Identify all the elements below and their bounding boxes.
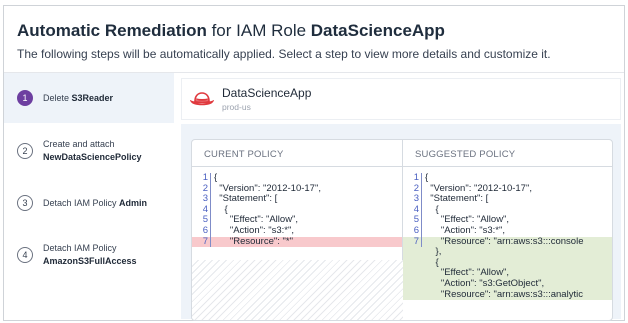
code-text: "Action": "s3:*",: [425, 224, 506, 236]
step-item-2[interactable]: 2 Create and attach NewDataSciencePolicy: [4, 129, 174, 173]
policy-diff: CURENT POLICY 1{2 "Version": "2012-10-17…: [191, 139, 613, 321]
code-line: 6 "Action": "s3:*",: [192, 224, 402, 237]
code-text: "Action": "s3:*",: [214, 224, 295, 236]
code-line: "Resource": "arn:aws:s3:::analytic: [403, 288, 612, 301]
line-number: 7: [202, 235, 208, 247]
step-label: Create and attach NewDataSciencePolicy: [43, 138, 142, 164]
step-number-badge: 2: [17, 143, 33, 159]
line-number: 1: [202, 172, 208, 183]
step-label-target: NewDataSciencePolicy: [43, 152, 142, 162]
gutter-divider: [210, 194, 211, 205]
line-number: 1: [413, 172, 419, 183]
code-line: 1{: [192, 172, 402, 184]
code-text: {: [425, 172, 429, 183]
code-line: "Action": "s3:GetObject",: [403, 277, 612, 290]
code-text: "Resource": "arn:aws:s3:::analytic: [425, 288, 583, 300]
gutter-divider: [421, 225, 422, 237]
step-label: Detach IAM Policy Admin: [43, 197, 147, 210]
step-label: Detach IAM Policy AmazonS3FullAccess: [43, 242, 137, 268]
gutter-divider: [210, 183, 211, 195]
gutter-divider: [421, 173, 422, 184]
suggested-policy-title: SUGGESTED POLICY: [403, 140, 612, 167]
step-label-target: AmazonS3FullAccess: [43, 256, 137, 266]
steps-list: 1 Delete S3Reader 2 Create and attach New…: [4, 73, 174, 320]
step-label-target: Admin: [119, 197, 148, 208]
line-number: 7: [413, 235, 419, 247]
step-item-1[interactable]: 1 Delete S3Reader: [4, 73, 174, 123]
code-line: 7 "Resource": "*": [192, 235, 402, 248]
step-number-badge: 1: [17, 90, 33, 106]
line-number: 6: [413, 224, 419, 236]
gutter-divider: [210, 236, 211, 248]
resource-region: prod-us: [222, 101, 251, 112]
suggested-policy-code[interactable]: 1{2 "Version": "2012-10-17", 3 "Statement…: [403, 172, 612, 301]
resource-header: DataScienceApp prod-us: [181, 78, 621, 120]
code-text: "Resource": "arn:aws:s3:::console: [425, 235, 584, 247]
code-text: {: [214, 172, 218, 183]
step-label-prefix: Detach IAM Policy: [43, 243, 117, 253]
resource-info: DataScienceApp prod-us: [222, 86, 311, 113]
step-item-3[interactable]: 3 Detach IAM Policy Admin: [4, 181, 174, 225]
current-policy-pane: CURENT POLICY 1{2 "Version": "2012-10-17…: [192, 140, 403, 320]
gutter-divider: [210, 225, 211, 237]
step-label-prefix: Detach IAM Policy: [43, 197, 120, 208]
suggested-policy-pane: SUGGESTED POLICY 1{2 "Version": "2012-10…: [403, 140, 612, 320]
page-subtitle: The following steps will be automaticall…: [17, 47, 551, 61]
step-number-badge: 4: [17, 247, 33, 263]
gutter-divider: [421, 236, 422, 248]
step-label: Delete S3Reader: [43, 92, 113, 105]
code-text: "Resource": "*": [214, 235, 293, 247]
code-line: 1{: [403, 172, 612, 184]
step-label-target: S3Reader: [71, 92, 114, 103]
code-line: 6 "Action": "s3:*",: [403, 224, 612, 237]
gutter-divider: [210, 204, 211, 216]
gutter-divider: [210, 173, 211, 184]
current-policy-code[interactable]: 1{2 "Version": "2012-10-17", 3 "Statement…: [192, 172, 402, 248]
empty-diff-region: [192, 260, 403, 320]
title-part-3: DataScienceApp: [310, 21, 445, 40]
gutter-divider: [421, 204, 422, 216]
step-item-4[interactable]: 4 Detach IAM Policy AmazonS3FullAccess: [4, 233, 174, 277]
title-part-1: Automatic Remediation: [17, 21, 207, 40]
red-hat-icon: [190, 92, 214, 106]
gutter-divider: [421, 183, 422, 195]
code-text: "Action": "s3:GetObject",: [425, 277, 545, 289]
step-label-prefix: Delete: [43, 92, 72, 103]
step-label-prefix: Create and attach: [43, 139, 115, 149]
current-policy-title: CURENT POLICY: [192, 140, 402, 167]
page-title: Automatic Remediation for IAM Role DataS…: [17, 20, 624, 42]
panel-header: Automatic Remediation for IAM Role DataS…: [4, 6, 624, 73]
resource-name: DataScienceApp: [222, 85, 312, 100]
title-part-2: for IAM Role: [206, 21, 311, 40]
gutter-divider: [210, 215, 211, 226]
step-number-badge: 3: [17, 195, 33, 211]
line-number: 6: [202, 224, 208, 236]
gutter-divider: [421, 194, 422, 205]
gutter-divider: [421, 215, 422, 226]
